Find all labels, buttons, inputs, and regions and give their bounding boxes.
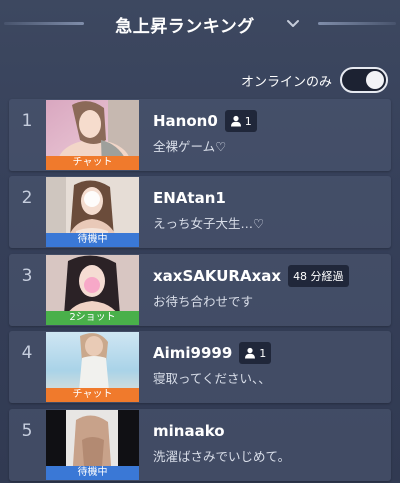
online-filter-row: オンラインのみ [0, 64, 400, 96]
rank-number: 2 [21, 188, 33, 208]
performer-thumbnail[interactable]: チャット [46, 100, 139, 170]
ranking-title[interactable]: 急上昇ランキング [110, 12, 260, 37]
ranking-card[interactable]: 5 待機中 minaako 洗濯ばさみでいじめて。 [9, 409, 391, 481]
ranking-card[interactable]: 3 2ショット xaxSAKURAxax 48 分経過 お待ち合わせです [9, 254, 391, 326]
rank-number: 4 [21, 343, 33, 363]
rank-number: 3 [21, 266, 33, 286]
person-icon [245, 347, 256, 359]
rank-number: 5 [21, 421, 33, 441]
ranking-card[interactable]: 4 チャット Aimi9999 1 寝取ってください、、 [9, 331, 391, 403]
viewer-count: 1 [259, 346, 267, 360]
performer-thumbnail[interactable]: 待機中 [46, 177, 139, 247]
performer-thumbnail[interactable]: 待機中 [46, 410, 139, 480]
performer-name: ENAtan1 [153, 189, 226, 207]
performer-name: xaxSAKURAxax [153, 267, 282, 285]
performer-name: Aimi9999 [153, 344, 233, 362]
status-label: チャット [46, 156, 139, 170]
performer-thumbnail[interactable]: 2ショット [46, 255, 139, 325]
online-only-label: オンラインのみ [240, 75, 332, 90]
performer-message: お待ち合わせです [153, 294, 254, 309]
viewer-count-badge: 1 [239, 342, 272, 364]
viewer-count-badge: 1 [224, 110, 257, 132]
toggle-knob [366, 71, 384, 89]
online-only-toggle[interactable] [340, 67, 388, 93]
header-decor-line-right [318, 22, 396, 25]
status-label: 待機中 [46, 466, 139, 480]
status-label: 待機中 [46, 233, 139, 247]
ranking-card[interactable]: 2 待機中 ENAtan1 えっち女子大生…♡ [9, 176, 391, 248]
performer-name: Hanon0 [153, 112, 218, 130]
rank-number: 1 [21, 111, 33, 131]
status-label: チャット [46, 388, 139, 402]
ranking-card[interactable]: 1 チャット Hanon0 1 全裸ゲーム♡ [9, 99, 391, 171]
performer-message: 全裸ゲーム♡ [153, 139, 227, 154]
performer-message: 寝取ってください、、 [153, 371, 271, 386]
performer-message: 洗濯ばさみでいじめて。 [153, 449, 291, 464]
elapsed-time-badge: 48 分経過 [288, 265, 349, 287]
person-icon [230, 115, 241, 127]
header-bar: 急上昇ランキング [0, 0, 400, 50]
chevron-down-icon[interactable] [283, 14, 303, 34]
header-decor-line-left [4, 22, 84, 25]
status-label: 2ショット [46, 311, 139, 325]
performer-message: えっち女子大生…♡ [153, 216, 265, 231]
viewer-count: 1 [244, 114, 252, 128]
elapsed-time: 48 分経過 [293, 270, 344, 283]
performer-thumbnail[interactable]: チャット [46, 332, 139, 402]
performer-name: minaako [153, 422, 225, 440]
